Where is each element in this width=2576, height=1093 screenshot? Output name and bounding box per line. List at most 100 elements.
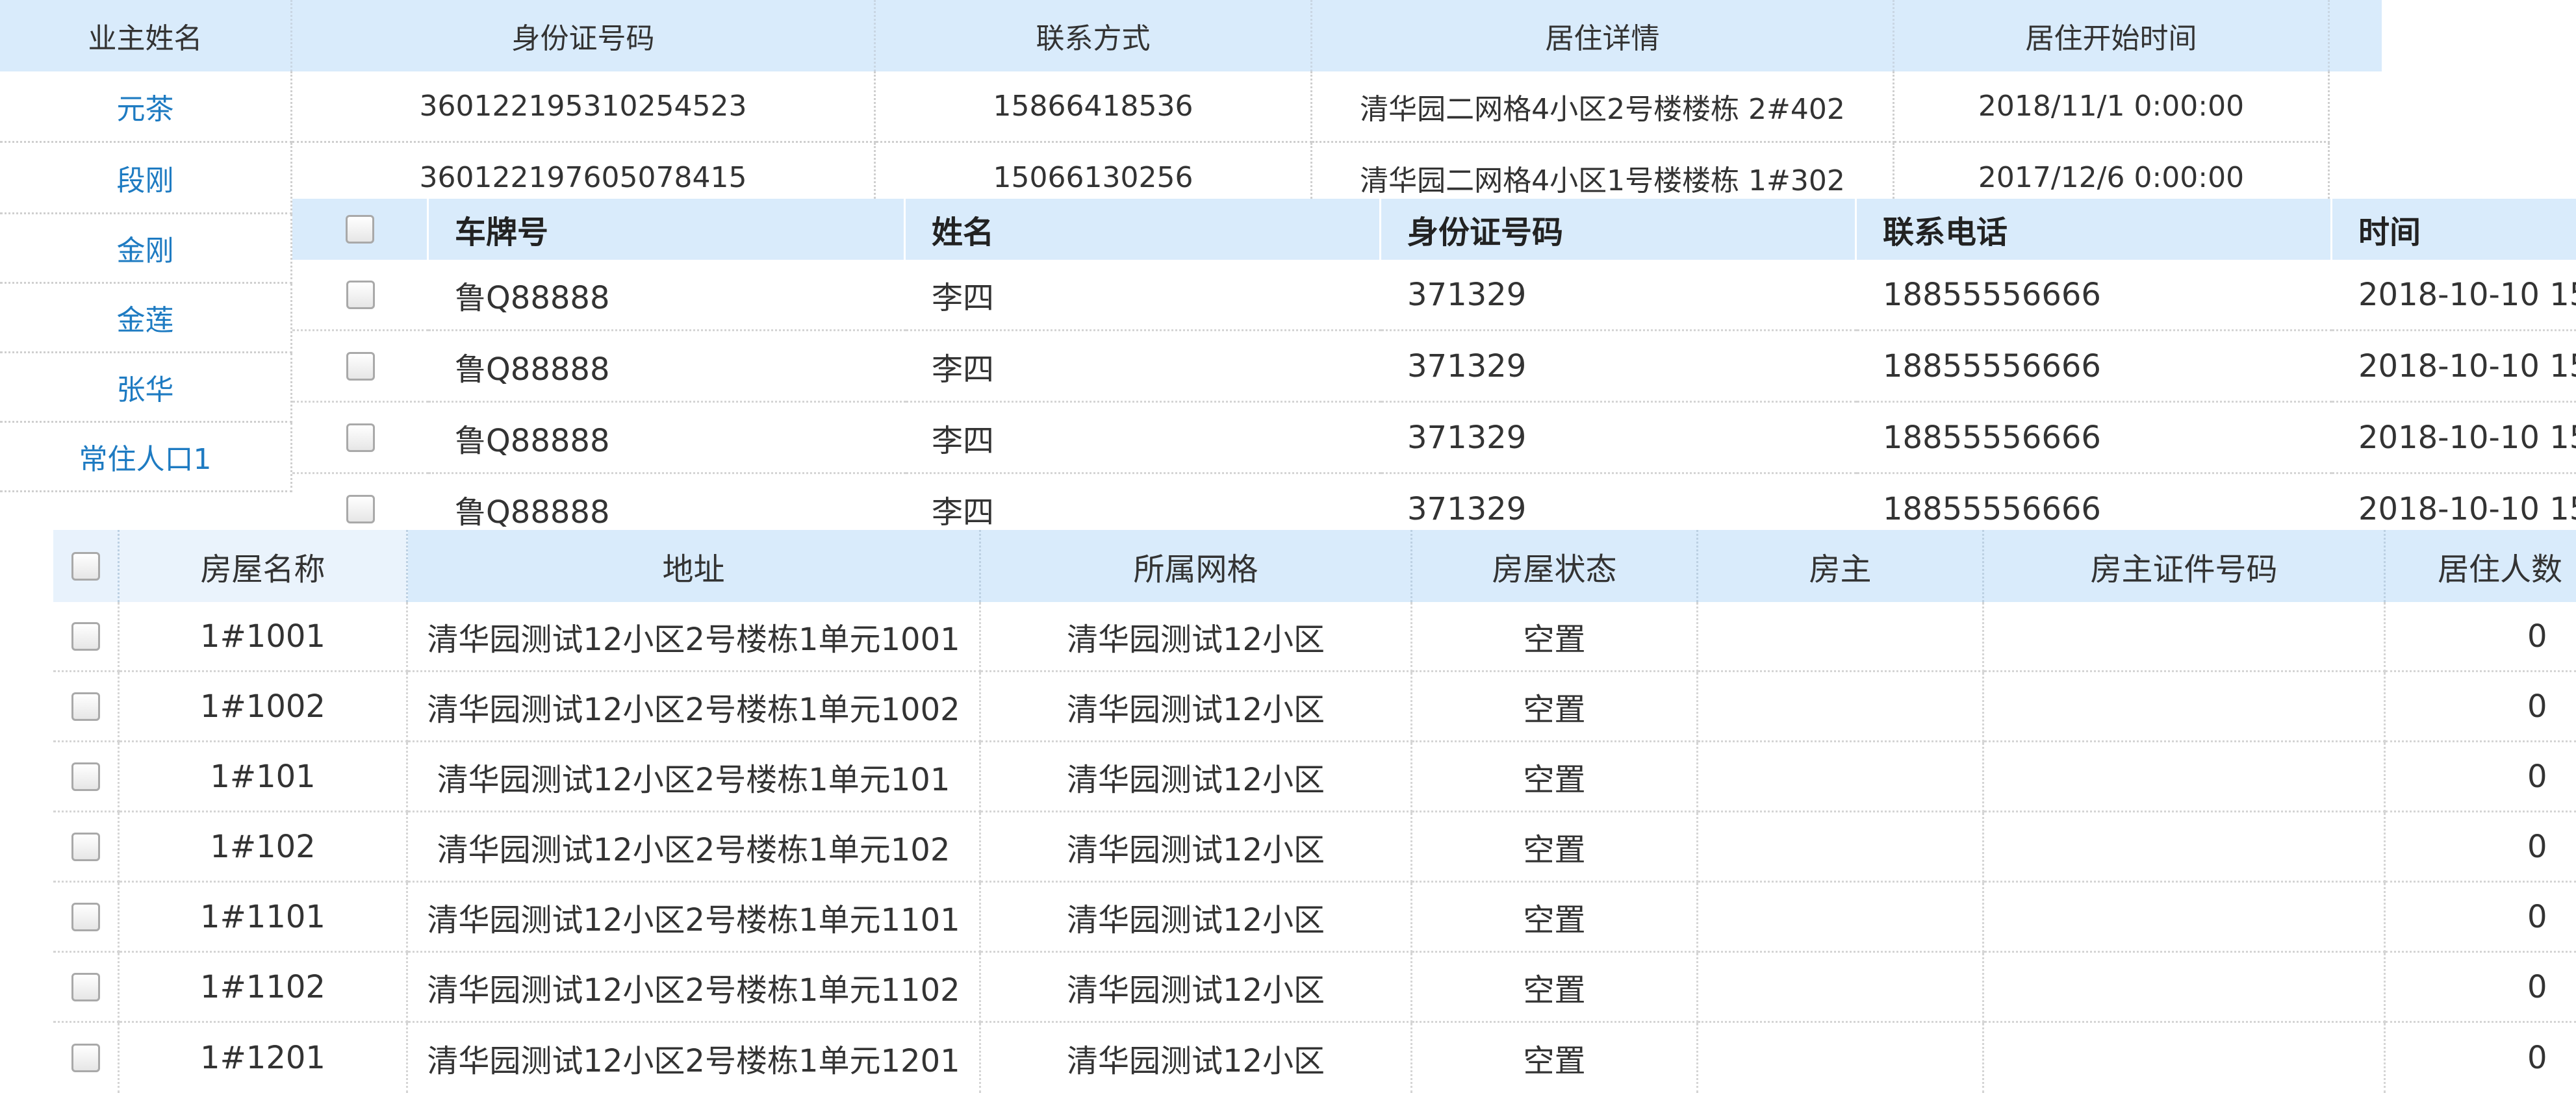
- status-cell: 空置: [1412, 812, 1698, 883]
- house-name-link[interactable]: 1#1201: [120, 1023, 408, 1093]
- grid-cell: 清华园测试12小区: [981, 812, 1412, 883]
- owner-cell: [1698, 812, 1984, 883]
- house-header-status[interactable]: 房屋状态: [1412, 530, 1698, 602]
- owner-phone-cell: 15866418536: [876, 71, 1312, 143]
- owner-cell: [1698, 883, 1984, 953]
- row-checkbox-cell: [292, 403, 429, 474]
- row-checkbox[interactable]: [71, 622, 100, 651]
- owner-header-contact[interactable]: 联系方式: [876, 0, 1312, 71]
- address-cell: 清华园测试12小区2号楼栋1单元102: [408, 812, 981, 883]
- select-all-checkbox[interactable]: [345, 215, 374, 244]
- address-cell: 清华园测试12小区2号楼栋1单元1001: [408, 602, 981, 672]
- row-checkbox[interactable]: [71, 762, 100, 791]
- grid-cell: 清华园测试12小区: [981, 742, 1412, 812]
- vehicle-header-name[interactable]: 姓名: [906, 199, 1381, 260]
- time-cell: 2018-10-10 15: [2332, 260, 2576, 331]
- row-checkbox[interactable]: [346, 280, 375, 309]
- house-name-link[interactable]: 1#1001: [120, 602, 408, 672]
- owner-header-detail[interactable]: 居住详情: [1312, 0, 1894, 71]
- residents-link[interactable]: 0: [2386, 742, 2576, 812]
- id-cell: 371329: [1381, 260, 1857, 331]
- plate-cell: 鲁Q88888: [429, 403, 906, 474]
- residents-link[interactable]: 0: [2386, 602, 2576, 672]
- owner-name-link[interactable]: 段刚: [0, 143, 292, 214]
- owner-detail-cell: 清华园二网格4小区2号楼楼栋 2#402: [1312, 71, 1894, 143]
- owner-id-cell: [1984, 602, 2386, 672]
- time-cell: 2018-10-10 15: [2332, 331, 2576, 403]
- grid-cell: 清华园测试12小区: [981, 953, 1412, 1023]
- owner-id-cell: [1984, 672, 2386, 742]
- house-header-name[interactable]: 房屋名称: [120, 530, 408, 602]
- vehicle-table: 车牌号 姓名 身份证号码 联系电话 时间 鲁Q88888 李四 371329 1…: [292, 199, 2576, 546]
- house-name-link[interactable]: 1#101: [120, 742, 408, 812]
- owner-id-cell: 360122195310254523: [292, 71, 876, 143]
- phone-cell: 18855556666: [1857, 403, 2332, 474]
- house-header-owner-id[interactable]: 房主证件号码: [1984, 530, 2386, 602]
- owner-cell: [1698, 1023, 1984, 1093]
- house-name-link[interactable]: 1#1102: [120, 953, 408, 1023]
- vehicle-header-time[interactable]: 时间: [2332, 199, 2576, 260]
- row-checkbox-cell: [53, 672, 120, 742]
- owner-name-link[interactable]: 张华: [0, 353, 292, 423]
- residents-link[interactable]: 0: [2386, 883, 2576, 953]
- row-checkbox-cell: [53, 883, 120, 953]
- row-checkbox[interactable]: [71, 972, 100, 1001]
- name-cell: 李四: [906, 331, 1381, 403]
- owner-name-link[interactable]: 金莲: [0, 284, 292, 353]
- phone-cell: 18855556666: [1857, 260, 2332, 331]
- owner-header-name[interactable]: 业主姓名: [0, 0, 292, 71]
- residents-link[interactable]: 0: [2386, 672, 2576, 742]
- id-cell: 371329: [1381, 403, 1857, 474]
- owner-header-spacer: [2330, 0, 2382, 71]
- owner-id-cell: [1984, 812, 2386, 883]
- owner-cell: [1698, 602, 1984, 672]
- owner-name-link[interactable]: 金刚: [0, 214, 292, 284]
- house-header-owner[interactable]: 房主: [1698, 530, 1984, 602]
- house-header-address[interactable]: 地址: [408, 530, 981, 602]
- residents-link[interactable]: 0: [2386, 1023, 2576, 1093]
- row-checkbox-cell: [292, 260, 429, 331]
- owner-header-id[interactable]: 身份证号码: [292, 0, 876, 71]
- grid-cell: 清华园测试12小区: [981, 883, 1412, 953]
- address-cell: 清华园测试12小区2号楼栋1单元1201: [408, 1023, 981, 1093]
- residents-link[interactable]: 0: [2386, 812, 2576, 883]
- row-checkbox[interactable]: [346, 351, 375, 381]
- owner-cell: [1698, 742, 1984, 812]
- row-checkbox[interactable]: [346, 494, 375, 523]
- vehicle-header-phone[interactable]: 联系电话: [1857, 199, 2332, 260]
- name-cell: 李四: [906, 403, 1381, 474]
- grid-cell: 清华园测试12小区: [981, 602, 1412, 672]
- owner-header-start[interactable]: 居住开始时间: [1894, 0, 2330, 71]
- vehicle-header-id[interactable]: 身份证号码: [1381, 199, 1857, 260]
- house-name-link[interactable]: 1#102: [120, 812, 408, 883]
- row-checkbox[interactable]: [346, 423, 375, 452]
- owner-name-link[interactable]: 元茶: [0, 71, 292, 143]
- owner-id-cell: [1984, 953, 2386, 1023]
- vehicle-header-checkbox-cell: [292, 199, 429, 260]
- grid-cell: 清华园测试12小区: [981, 1023, 1412, 1093]
- residents-link[interactable]: 0: [2386, 953, 2576, 1023]
- plate-cell: 鲁Q88888: [429, 331, 906, 403]
- house-table: 房屋名称 地址 所属网格 房屋状态 房主 房主证件号码 居住人数 1#1001 …: [53, 530, 2576, 1093]
- row-checkbox-cell: [53, 1023, 120, 1093]
- house-name-link[interactable]: 1#1002: [120, 672, 408, 742]
- id-cell: 371329: [1381, 331, 1857, 403]
- owner-name-link[interactable]: 常住人口1: [0, 423, 292, 492]
- time-cell: 2018-10-10 15: [2332, 403, 2576, 474]
- owner-id-cell: [1984, 742, 2386, 812]
- address-cell: 清华园测试12小区2号楼栋1单元1101: [408, 883, 981, 953]
- row-checkbox-cell: [53, 812, 120, 883]
- row-checkbox[interactable]: [71, 902, 100, 931]
- select-all-checkbox[interactable]: [71, 551, 100, 581]
- house-name-link[interactable]: 1#1101: [120, 883, 408, 953]
- status-cell: 空置: [1412, 602, 1698, 672]
- row-checkbox[interactable]: [71, 832, 100, 861]
- vehicle-header-plate[interactable]: 车牌号: [429, 199, 906, 260]
- owner-cell: [1698, 953, 1984, 1023]
- owner-id-cell: [1984, 883, 2386, 953]
- house-header-grid[interactable]: 所属网格: [981, 530, 1412, 602]
- house-header-residents[interactable]: 居住人数: [2386, 530, 2576, 602]
- row-checkbox[interactable]: [71, 1044, 100, 1072]
- status-cell: 空置: [1412, 953, 1698, 1023]
- row-checkbox[interactable]: [71, 692, 100, 721]
